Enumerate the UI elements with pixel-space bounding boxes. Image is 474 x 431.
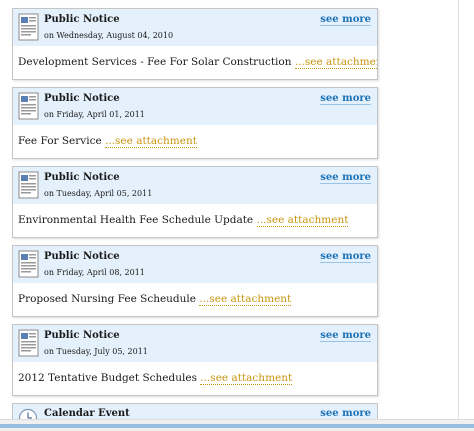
document-icon [18,329,39,357]
notice-date: on Tuesday, April 05, 2011 [44,189,153,198]
notice-body: 2012 Tentative Budget Schedules ...see a… [13,362,377,385]
notice-title: Public Notice [44,251,120,262]
notice-card: Public Notice on Tuesday, April 05, 2011… [12,166,378,238]
notice-text: Fee For Service [18,135,102,147]
notice-header: Public Notice on Friday, April 01, 2011 … [13,88,377,125]
see-attachment-link[interactable]: ...see attachment [294,56,377,69]
notice-card: Public Notice on Friday, April 01, 2011 … [12,87,378,159]
notice-card: Public Notice on Tuesday, July 05, 2011 … [12,324,378,396]
see-more-link[interactable]: see more [320,330,371,342]
scrollbar-thumb[interactable] [0,424,474,428]
see-attachment-link[interactable]: ...see attachment [199,293,292,306]
notice-date: on Wednesday, August 04, 2010 [44,31,174,40]
notice-body: Environmental Health Fee Schedule Update… [13,204,377,227]
document-icon [18,250,39,278]
notice-date: on Tuesday, July 05, 2011 [44,347,148,356]
notice-title: Public Notice [44,93,120,104]
notice-card: Public Notice on Friday, April 08, 2011 … [12,245,378,317]
notice-text: Proposed Nursing Fee Scheudule [18,293,196,305]
document-icon [18,92,39,120]
notice-header: Public Notice on Tuesday, July 05, 2011 … [13,325,377,362]
notice-body: Proposed Nursing Fee Scheudule ...see at… [13,283,377,306]
see-attachment-link[interactable]: ...see attachment [256,214,349,227]
event-title: Calendar Event [44,408,130,419]
see-more-link[interactable]: see more [320,93,371,105]
notice-date: on Friday, April 08, 2011 [44,268,145,277]
see-more-link[interactable]: see more [320,14,371,26]
notice-text: Environmental Health Fee Schedule Update [18,214,254,226]
notice-title: Public Notice [44,172,120,183]
see-more-link[interactable]: see more [320,251,371,263]
notice-body: Fee For Service ...see attachment [13,125,377,148]
notice-header: Public Notice on Wednesday, August 04, 2… [13,9,377,46]
notice-text: 2012 Tentative Budget Schedules [18,372,197,384]
notice-header: Public Notice on Friday, April 08, 2011 … [13,246,377,283]
document-icon [18,13,39,41]
notice-date: on Friday, April 01, 2011 [44,110,145,119]
see-more-link[interactable]: see more [320,172,371,184]
notice-title: Public Notice [44,330,120,341]
notice-feed: Public Notice on Wednesday, August 04, 2… [12,8,378,429]
notice-title: Public Notice [44,14,120,25]
notice-header: Public Notice on Tuesday, April 05, 2011… [13,167,377,204]
notice-body: Development Services - Fee For Solar Con… [13,46,377,69]
notice-text: Development Services - Fee For Solar Con… [18,56,292,68]
notice-card: Public Notice on Wednesday, August 04, 2… [12,8,378,80]
see-attachment-link[interactable]: ...see attachment [200,372,293,385]
see-attachment-link[interactable]: ...see attachment [105,135,197,148]
divider [458,0,459,419]
document-icon [18,171,39,199]
